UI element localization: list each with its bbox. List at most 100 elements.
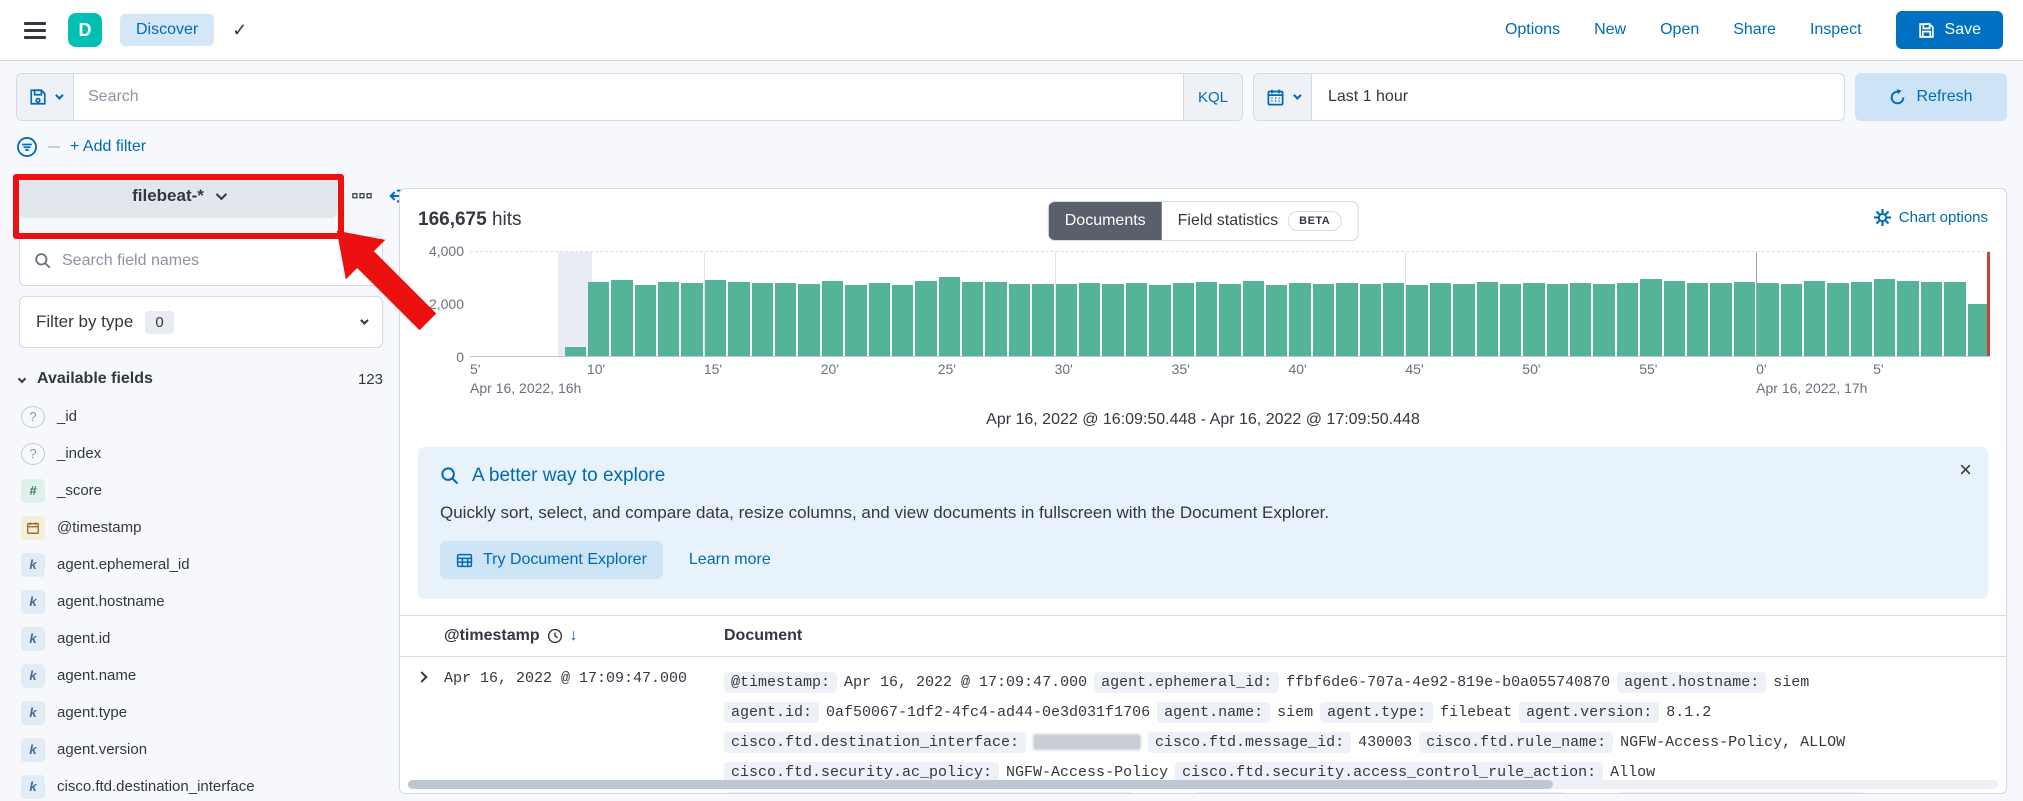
field-key-chip[interactable]: agent.version: bbox=[1519, 701, 1660, 723]
histogram-bar[interactable] bbox=[821, 280, 844, 356]
histogram-bar[interactable] bbox=[1967, 304, 1989, 356]
histogram-bar[interactable] bbox=[1616, 283, 1639, 356]
histogram-bar[interactable] bbox=[1125, 283, 1148, 356]
sort-desc-icon[interactable]: ↓ bbox=[570, 627, 578, 645]
histogram-bar[interactable] bbox=[1336, 282, 1358, 356]
histogram-bar[interactable] bbox=[938, 276, 961, 356]
nav-link-inspect[interactable]: Inspect bbox=[1810, 21, 1862, 39]
field-item-agent.type[interactable]: k agent.type bbox=[19, 694, 399, 731]
chart-options-button[interactable]: Chart options bbox=[1873, 209, 1988, 226]
histogram-bar[interactable] bbox=[985, 282, 1007, 356]
nav-link-new[interactable]: New bbox=[1594, 21, 1626, 39]
histogram-bar[interactable] bbox=[798, 283, 820, 356]
tab-field-statistics[interactable]: Field statistics BETA bbox=[1162, 202, 1358, 240]
histogram-bar[interactable] bbox=[611, 279, 633, 356]
histogram-bar[interactable] bbox=[1195, 281, 1218, 356]
field-key-chip[interactable]: cisco.ftd.message_id: bbox=[1148, 731, 1352, 753]
histogram-bar[interactable] bbox=[728, 282, 750, 356]
field-item-agent.id[interactable]: k agent.id bbox=[19, 620, 399, 657]
histogram-bar[interactable] bbox=[1944, 282, 1966, 356]
histogram-bar[interactable] bbox=[1687, 282, 1709, 356]
histogram-bar[interactable] bbox=[1710, 283, 1732, 356]
timestamp-column-header[interactable]: @timestamp ↓ bbox=[444, 627, 724, 645]
field-key-chip[interactable]: @timestamp: bbox=[724, 671, 838, 693]
field-item-@timestamp[interactable]: @timestamp bbox=[19, 509, 399, 546]
histogram-bar[interactable] bbox=[1570, 282, 1592, 356]
histogram-bar[interactable] bbox=[564, 346, 586, 356]
field-key-chip[interactable]: agent.ephemeral_id: bbox=[1094, 671, 1280, 693]
histogram-bar[interactable] bbox=[1359, 284, 1381, 356]
histogram-bar[interactable] bbox=[1523, 283, 1545, 356]
tab-documents[interactable]: Documents bbox=[1048, 202, 1162, 240]
histogram-bar[interactable] bbox=[1920, 282, 1943, 356]
field-key-chip[interactable]: agent.id: bbox=[724, 701, 820, 723]
histogram-bar[interactable] bbox=[868, 283, 890, 356]
learn-more-link[interactable]: Learn more bbox=[689, 551, 771, 569]
scrollbar-thumb[interactable] bbox=[408, 780, 1553, 789]
histogram-bar[interactable] bbox=[1874, 279, 1896, 356]
field-item-_score[interactable]: # _score bbox=[19, 472, 399, 509]
field-search-input[interactable] bbox=[62, 252, 368, 270]
histogram-bar[interactable] bbox=[634, 284, 657, 356]
histogram-bar[interactable] bbox=[845, 284, 867, 356]
calendar-menu[interactable] bbox=[1254, 74, 1312, 120]
histogram-bar[interactable] bbox=[1079, 282, 1101, 356]
histogram-bar[interactable] bbox=[1757, 282, 1779, 356]
histogram-bar[interactable] bbox=[1008, 283, 1031, 356]
histogram-bar[interactable] bbox=[1242, 281, 1265, 356]
nav-link-options[interactable]: Options bbox=[1505, 21, 1560, 39]
histogram-bar[interactable] bbox=[1733, 282, 1756, 356]
histogram-bar[interactable] bbox=[1640, 279, 1662, 356]
filter-by-type-dropdown[interactable]: Filter by type 0 bbox=[19, 296, 383, 348]
field-item-agent.version[interactable]: k agent.version bbox=[19, 731, 399, 768]
field-key-chip[interactable]: agent.type: bbox=[1320, 701, 1434, 723]
close-icon[interactable]: × bbox=[1959, 459, 1972, 481]
add-filter-button[interactable]: + Add filter bbox=[70, 138, 146, 156]
available-fields-header[interactable]: Available fields 123 bbox=[17, 370, 383, 388]
time-range-value[interactable]: Last 1 hour bbox=[1312, 74, 1424, 120]
histogram-bar[interactable] bbox=[1149, 284, 1171, 356]
search-input[interactable] bbox=[74, 74, 1183, 120]
field-settings-icon[interactable] bbox=[352, 191, 372, 201]
histogram-bar[interactable] bbox=[915, 281, 937, 356]
filter-icon[interactable] bbox=[16, 136, 38, 158]
histogram-bar[interactable] bbox=[1827, 283, 1849, 356]
histogram-bar[interactable] bbox=[1850, 281, 1873, 356]
histogram-bar[interactable] bbox=[704, 280, 727, 356]
expand-row-icon[interactable] bbox=[416, 671, 428, 683]
nav-link-share[interactable]: Share bbox=[1733, 21, 1776, 39]
field-key-chip[interactable]: cisco.ftd.destination_interface: bbox=[724, 731, 1027, 753]
histogram-bar[interactable] bbox=[1663, 281, 1685, 356]
field-item-_index[interactable]: ? _index bbox=[19, 435, 399, 472]
histogram-bar[interactable] bbox=[1476, 282, 1498, 356]
histogram-bar[interactable] bbox=[1219, 284, 1241, 356]
histogram-bar[interactable] bbox=[1803, 280, 1826, 356]
save-button[interactable]: Save bbox=[1895, 11, 2003, 49]
horizontal-scrollbar[interactable] bbox=[408, 780, 1998, 789]
app-logo[interactable]: D bbox=[68, 13, 102, 47]
index-pattern-selector[interactable]: filebeat-* bbox=[19, 174, 337, 218]
histogram-bar[interactable] bbox=[1546, 284, 1569, 356]
field-item-_id[interactable]: ? _id bbox=[19, 398, 399, 435]
histogram-bar[interactable] bbox=[1593, 283, 1615, 356]
histogram-bar[interactable] bbox=[751, 282, 773, 356]
menu-icon[interactable] bbox=[20, 18, 50, 43]
field-item-agent.name[interactable]: k agent.name bbox=[19, 657, 399, 694]
histogram-bar[interactable] bbox=[1102, 284, 1124, 356]
histogram-bar[interactable] bbox=[775, 283, 797, 356]
histogram-bar[interactable] bbox=[1429, 283, 1452, 356]
histogram-bar[interactable] bbox=[1453, 284, 1475, 356]
try-document-explorer-button[interactable]: Try Document Explorer bbox=[440, 541, 663, 579]
nav-link-open[interactable]: Open bbox=[1660, 21, 1699, 39]
histogram-bar[interactable] bbox=[1172, 283, 1194, 356]
histogram-bar[interactable] bbox=[1897, 281, 1919, 356]
kql-badge[interactable]: KQL bbox=[1182, 74, 1242, 120]
histogram-bar[interactable] bbox=[681, 283, 703, 356]
histogram-bar[interactable] bbox=[1032, 283, 1054, 356]
saved-query-menu[interactable] bbox=[17, 74, 74, 120]
histogram-chart[interactable]: 5' 10' 15' 20' 25' 30' 35' 40' 45' 50' 55' 0' 5' Apr … bbox=[414, 243, 1992, 403]
refresh-button[interactable]: Refresh bbox=[1855, 73, 2007, 121]
field-key-chip[interactable]: cisco.ftd.security.application_protocol: bbox=[1193, 791, 1568, 793]
histogram-bar[interactable] bbox=[1499, 283, 1522, 356]
histogram-bar[interactable] bbox=[1383, 283, 1405, 356]
